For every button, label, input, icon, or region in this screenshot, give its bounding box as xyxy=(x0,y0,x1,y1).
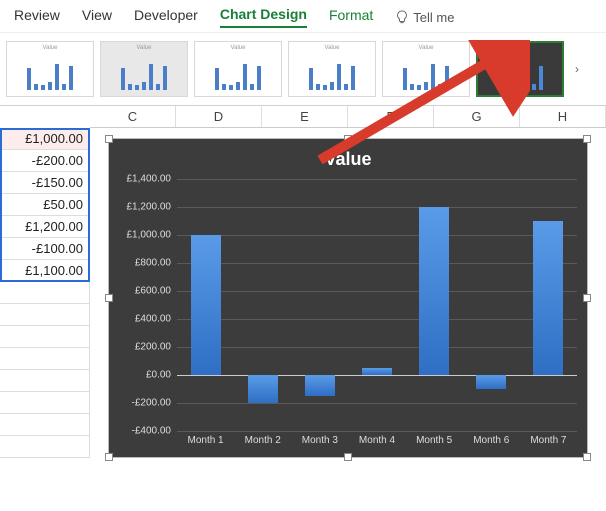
y-axis-label: £400.00 xyxy=(135,314,171,325)
gallery-next-button[interactable]: › xyxy=(570,62,584,76)
bar[interactable] xyxy=(191,235,221,375)
resize-handle[interactable] xyxy=(344,135,352,143)
resize-handle[interactable] xyxy=(105,135,113,143)
bar[interactable] xyxy=(248,375,278,403)
resize-handle[interactable] xyxy=(583,453,591,461)
y-axis-label: £1,200.00 xyxy=(127,202,172,213)
cell[interactable] xyxy=(0,304,90,326)
tab-developer[interactable]: Developer xyxy=(134,7,198,27)
x-axis-label: Month 5 xyxy=(409,435,459,446)
resize-handle[interactable] xyxy=(105,453,113,461)
gridline xyxy=(177,207,577,208)
gridline xyxy=(177,403,577,404)
sheet-area: C D E F G H £1,000.00 -£200.00 -£150.00 … xyxy=(0,106,606,506)
gridline xyxy=(177,263,577,264)
gridline xyxy=(177,179,577,180)
cells-column: £1,000.00 -£200.00 -£150.00 £50.00 £1,20… xyxy=(0,128,90,458)
embedded-chart[interactable]: Value £1,400.00£1,200.00£1,000.00£800.00… xyxy=(108,138,588,458)
cell[interactable] xyxy=(0,326,90,348)
x-axis-label: Month 6 xyxy=(466,435,516,446)
bar[interactable] xyxy=(476,375,506,389)
y-axis-label: £0.00 xyxy=(146,370,171,381)
x-axis-label: Month 1 xyxy=(181,435,231,446)
plot-area[interactable]: £1,400.00£1,200.00£1,000.00£800.00£600.0… xyxy=(177,179,577,431)
y-axis-label: -£200.00 xyxy=(132,398,171,409)
column-headers: C D E F G H xyxy=(90,106,606,128)
cell[interactable] xyxy=(0,370,90,392)
cell[interactable]: -£200.00 xyxy=(0,150,90,172)
gridline xyxy=(177,235,577,236)
y-axis-label: £600.00 xyxy=(135,286,171,297)
x-axis-label: Month 3 xyxy=(295,435,345,446)
resize-handle[interactable] xyxy=(583,135,591,143)
style-thumb-4[interactable]: Value xyxy=(288,41,376,97)
cell[interactable] xyxy=(0,348,90,370)
gridline xyxy=(177,319,577,320)
resize-handle[interactable] xyxy=(344,453,352,461)
col-header[interactable]: E xyxy=(262,106,348,127)
style-thumb-2[interactable]: Value xyxy=(100,41,188,97)
cell[interactable] xyxy=(0,392,90,414)
style-thumb-6[interactable]: Value xyxy=(476,41,564,97)
resize-handle[interactable] xyxy=(583,294,591,302)
tab-view[interactable]: View xyxy=(82,7,112,27)
style-thumb-1[interactable]: Value xyxy=(6,41,94,97)
x-axis-label: Month 2 xyxy=(238,435,288,446)
bar[interactable] xyxy=(305,375,335,396)
col-header[interactable]: C xyxy=(90,106,176,127)
cell[interactable] xyxy=(0,414,90,436)
cell[interactable]: -£150.00 xyxy=(0,172,90,194)
gridline xyxy=(177,291,577,292)
ribbon-tabs: Review View Developer Chart Design Forma… xyxy=(0,0,606,33)
tab-review[interactable]: Review xyxy=(14,7,60,27)
col-header[interactable]: G xyxy=(434,106,520,127)
gridline xyxy=(177,347,577,348)
resize-handle[interactable] xyxy=(105,294,113,302)
style-thumb-3[interactable]: Value xyxy=(194,41,282,97)
tab-format[interactable]: Format xyxy=(329,7,373,27)
col-header[interactable]: F xyxy=(348,106,434,127)
tell-me-label: Tell me xyxy=(413,10,454,25)
col-header[interactable]: D xyxy=(176,106,262,127)
cell[interactable]: £50.00 xyxy=(0,194,90,216)
y-axis-label: £200.00 xyxy=(135,342,171,353)
col-header[interactable]: H xyxy=(520,106,606,127)
x-axis-label: Month 4 xyxy=(352,435,402,446)
cell[interactable]: £1,200.00 xyxy=(0,216,90,238)
cell[interactable]: £1,100.00 xyxy=(0,260,90,282)
y-axis-label: £1,400.00 xyxy=(127,174,172,185)
tell-me[interactable]: Tell me xyxy=(395,10,454,25)
y-axis-label: £800.00 xyxy=(135,258,171,269)
cell[interactable] xyxy=(0,282,90,304)
cell[interactable]: £1,000.00 xyxy=(0,128,90,150)
y-axis-label: £1,000.00 xyxy=(127,230,172,241)
chart-style-gallery: Value Value Value Value Value Value › xyxy=(0,33,606,106)
x-axis-label: Month 7 xyxy=(523,435,573,446)
bar[interactable] xyxy=(362,368,392,375)
y-axis-label: -£400.00 xyxy=(132,426,171,437)
style-thumb-5[interactable]: Value xyxy=(382,41,470,97)
tab-chart-design[interactable]: Chart Design xyxy=(220,6,307,28)
chart-title[interactable]: Value xyxy=(109,139,587,174)
cell[interactable] xyxy=(0,436,90,458)
cell[interactable]: -£100.00 xyxy=(0,238,90,260)
zero-line xyxy=(177,375,577,376)
gridline xyxy=(177,431,577,432)
bar[interactable] xyxy=(533,221,563,375)
bar[interactable] xyxy=(419,207,449,375)
lightbulb-icon xyxy=(395,10,409,24)
